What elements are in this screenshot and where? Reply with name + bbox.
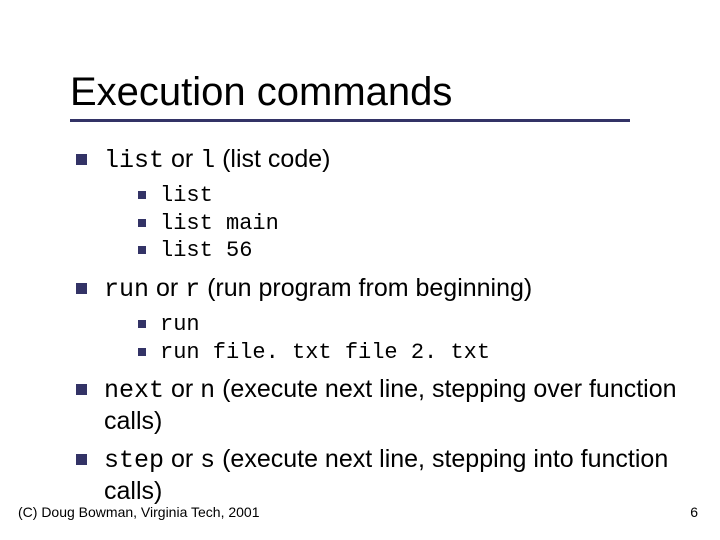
sub-item: run file. txt file 2. txt <box>134 339 720 367</box>
sub-list: run run file. txt file 2. txt <box>104 311 720 366</box>
bullet-list-cmd: list or l (list code) list list main lis… <box>70 144 720 265</box>
or-text: or <box>164 445 200 473</box>
bullet-next-cmd: next or n (execute next line, stepping o… <box>70 374 720 438</box>
cmd-alt: l <box>200 146 215 175</box>
footer: (C) Doug Bowman, Virginia Tech, 2001 6 <box>18 504 698 520</box>
cmd-code: next <box>104 376 164 405</box>
sub-item: list main <box>134 210 720 238</box>
cmd-code: step <box>104 446 164 475</box>
slide-title: Execution commands <box>70 70 720 115</box>
sub-item: run <box>134 311 720 339</box>
bullet-run-cmd: run or r (run program from beginning) ru… <box>70 273 720 366</box>
cmd-alt: s <box>200 446 215 475</box>
footer-copyright: (C) Doug Bowman, Virginia Tech, 2001 <box>18 504 260 520</box>
cmd-desc: (list code) <box>215 145 330 173</box>
bullet-list: list or l (list code) list list main lis… <box>70 144 720 507</box>
cmd-desc: (run program from beginning) <box>200 274 532 302</box>
cmd-code: run <box>104 275 149 304</box>
or-text: or <box>164 375 200 403</box>
cmd-alt: n <box>200 376 215 405</box>
bullet-step-cmd: step or s (execute next line, stepping i… <box>70 444 720 508</box>
slide: Execution commands list or l (list code)… <box>0 0 720 540</box>
footer-page-number: 6 <box>690 504 698 520</box>
cmd-code: list <box>104 146 164 175</box>
sub-list: list list main list 56 <box>104 182 720 265</box>
or-text: or <box>149 274 185 302</box>
sub-item: list <box>134 182 720 210</box>
cmd-alt: r <box>185 275 200 304</box>
title-underline <box>70 119 630 122</box>
sub-item: list 56 <box>134 237 720 265</box>
or-text: or <box>164 145 200 173</box>
